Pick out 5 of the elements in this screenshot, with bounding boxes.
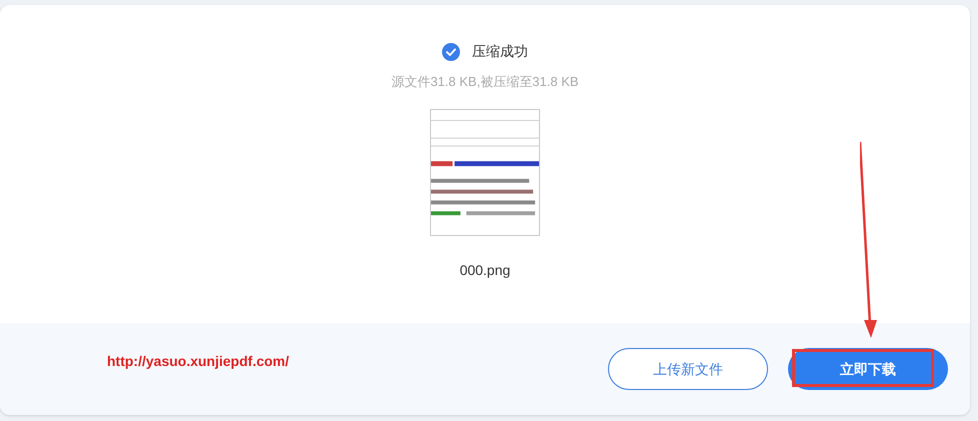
upload-new-file-button[interactable]: 上传新文件 (608, 348, 768, 390)
status-title: 压缩成功 (472, 42, 528, 61)
size-summary: 源文件31.8 KB,被压缩至31.8 KB (391, 73, 579, 91)
file-name: 000.png (460, 260, 510, 280)
website-url: http://yasuo.xunjiepdf.com/ (107, 352, 290, 371)
